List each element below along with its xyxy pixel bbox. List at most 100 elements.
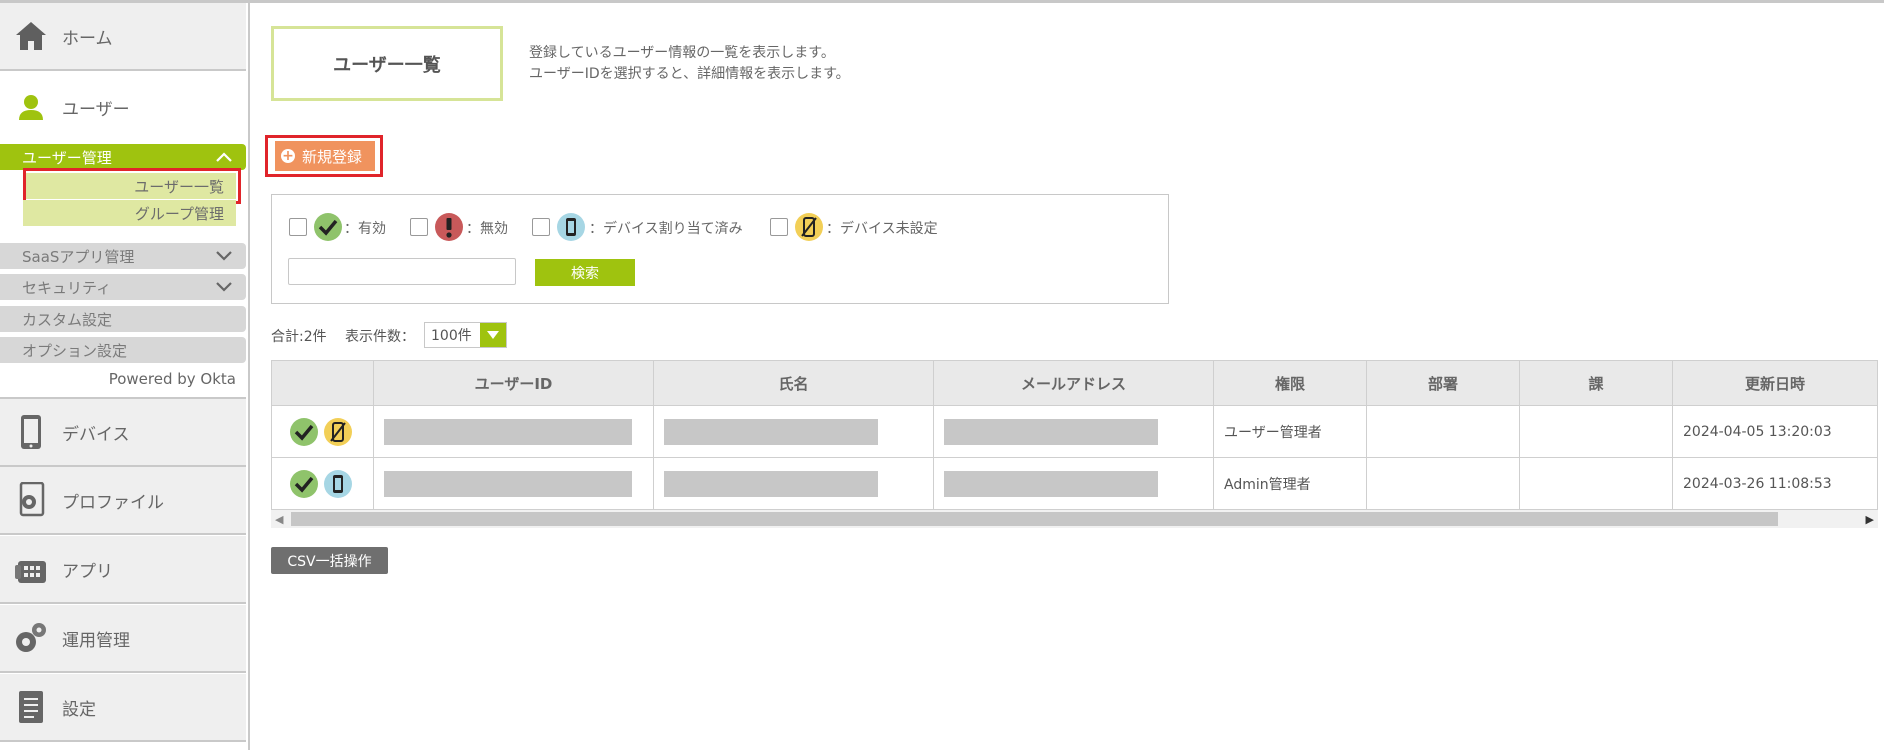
- device-unset-icon: [324, 417, 353, 446]
- col-header-section[interactable]: 課: [1519, 360, 1673, 406]
- gears-icon: [0, 605, 62, 671]
- redacted-name: [664, 418, 878, 445]
- filter-unset-label: ：デバイス未設定: [826, 221, 938, 237]
- updated-cell: 2024-03-26 11:08:53: [1672, 457, 1878, 510]
- search-input[interactable]: [288, 258, 516, 285]
- nav-settings[interactable]: 設定: [0, 674, 246, 742]
- scrollbar-thumb[interactable]: [291, 512, 1778, 526]
- table-header-row: ユーザーID 氏名 メールアドレス 権限 部署 課 更新日時: [271, 360, 1878, 406]
- description-line-1: 登録しているユーザー情報の一覧を表示します。: [529, 45, 835, 61]
- scroll-left-icon[interactable]: ◀: [275, 513, 283, 526]
- user-icon: [0, 74, 62, 140]
- col-header-name[interactable]: 氏名: [653, 360, 934, 406]
- scroll-right-icon[interactable]: ▶: [1866, 513, 1874, 526]
- user-mgmt-label: ユーザー管理: [22, 148, 112, 167]
- security-label: セキュリティ: [22, 278, 112, 297]
- saas-label: SaaSアプリ管理: [22, 247, 135, 266]
- horizontal-scrollbar[interactable]: ◀ ▶: [271, 510, 1878, 528]
- sidebar-group-custom[interactable]: カスタム設定: [0, 306, 246, 332]
- sidebar-group-user-mgmt[interactable]: ユーザー管理: [0, 144, 246, 170]
- nav-home-label: ホーム: [62, 28, 113, 49]
- redacted-email: [944, 418, 1158, 445]
- chevron-down-icon: [216, 247, 232, 265]
- page-title: ユーザー一覧: [271, 26, 503, 101]
- sidebar-group-security[interactable]: セキュリティ: [0, 274, 246, 300]
- nav-user[interactable]: ユーザー: [0, 74, 246, 140]
- table-row[interactable]: ユーザー管理者 2024-04-05 13:20:03: [271, 405, 1878, 458]
- nav-device[interactable]: デバイス: [0, 397, 246, 467]
- nav-settings-label: 設定: [62, 699, 96, 720]
- total-count: 合計:2件: [271, 329, 327, 345]
- custom-label: カスタム設定: [22, 310, 113, 329]
- home-icon: [0, 3, 62, 69]
- redacted-userid: [384, 470, 632, 497]
- filter-panel: [271, 194, 1169, 304]
- col-header-updated[interactable]: 更新日時: [1672, 360, 1878, 406]
- redacted-email: [944, 470, 1158, 497]
- col-header-userid[interactable]: ユーザーID: [373, 360, 654, 406]
- nav-ops-label: 運用管理: [62, 630, 130, 651]
- page-description: 登録しているユーザー情報の一覧を表示します。 ユーザーIDを選択すると、詳細情報…: [529, 43, 850, 85]
- profile-gear-icon: [0, 467, 62, 533]
- smartphone-icon: [0, 399, 62, 465]
- csv-bulk-button[interactable]: CSV一括操作: [271, 547, 388, 574]
- nav-profile[interactable]: プロファイル: [0, 467, 246, 535]
- filter-assigned-checkbox[interactable]: [532, 218, 550, 236]
- redacted-userid: [384, 418, 632, 445]
- document-icon: [0, 674, 62, 740]
- exclamation-icon: [435, 213, 463, 241]
- sidebar: ホーム ユーザー ユーザー管理 ユーザー一覧 グループ管理 SaaSアプリ管理 …: [0, 3, 250, 750]
- email-cell: [933, 405, 1214, 458]
- highlight-user-list: [23, 168, 241, 204]
- dept-cell: [1366, 457, 1520, 510]
- filter-disabled-label: ：無効: [466, 221, 508, 237]
- filter-enabled-checkbox[interactable]: [289, 218, 307, 236]
- chevron-down-icon: [216, 278, 232, 296]
- highlight-new-register: [265, 135, 383, 177]
- perpage-select[interactable]: 100件: [424, 322, 507, 348]
- user-table: ユーザーID 氏名 メールアドレス 権限 部署 課 更新日時 ユーザー管理者 2…: [271, 360, 1878, 510]
- search-button[interactable]: 検索: [535, 259, 635, 286]
- userid-cell[interactable]: [373, 405, 654, 458]
- section-cell: [1519, 405, 1673, 458]
- nav-app-label: アプリ: [62, 561, 113, 582]
- perpage-label: 表示件数：: [345, 329, 415, 345]
- table-row[interactable]: Admin管理者 2024-03-26 11:08:53: [271, 457, 1878, 510]
- nav-ops[interactable]: 運用管理: [0, 605, 246, 673]
- nav-device-label: デバイス: [62, 424, 130, 445]
- redacted-name: [664, 470, 878, 497]
- col-header-role[interactable]: 権限: [1213, 360, 1367, 406]
- status-cell: [271, 457, 374, 510]
- col-header-status: [271, 360, 374, 406]
- device-assigned-icon: [557, 213, 585, 241]
- powered-by-text: Powered by Okta: [108, 370, 236, 388]
- app-icon: [0, 536, 62, 602]
- chevron-up-icon: [216, 148, 232, 166]
- top-border: [0, 0, 1884, 3]
- check-icon: [290, 469, 318, 498]
- check-icon: [290, 417, 318, 446]
- dept-cell: [1366, 405, 1520, 458]
- col-header-email[interactable]: メールアドレス: [933, 360, 1214, 406]
- sidebar-group-saas[interactable]: SaaSアプリ管理: [0, 243, 246, 269]
- dropdown-arrow-icon: [480, 323, 506, 347]
- nav-profile-label: プロファイル: [62, 492, 164, 513]
- device-unset-icon: [795, 213, 823, 241]
- nav-app[interactable]: アプリ: [0, 536, 246, 604]
- name-cell: [653, 405, 934, 458]
- check-icon: [314, 213, 342, 241]
- filter-disabled-checkbox[interactable]: [410, 218, 428, 236]
- nav-home[interactable]: ホーム: [0, 3, 246, 71]
- updated-cell: 2024-04-05 13:20:03: [1672, 405, 1878, 458]
- sidebar-group-option[interactable]: オプション設定: [0, 337, 246, 363]
- filter-unset-checkbox[interactable]: [770, 218, 788, 236]
- filter-assigned-label: ：デバイス割り当て済み: [589, 221, 743, 237]
- role-cell: Admin管理者: [1213, 457, 1367, 510]
- role-cell: ユーザー管理者: [1213, 405, 1367, 458]
- userid-cell[interactable]: [373, 457, 654, 510]
- group-mgmt-label: グループ管理: [134, 204, 224, 223]
- description-line-2: ユーザーIDを選択すると、詳細情報を表示します。: [529, 66, 850, 82]
- col-header-dept[interactable]: 部署: [1366, 360, 1520, 406]
- status-cell: [271, 405, 374, 458]
- sidebar-item-group-mgmt[interactable]: グループ管理: [23, 200, 236, 226]
